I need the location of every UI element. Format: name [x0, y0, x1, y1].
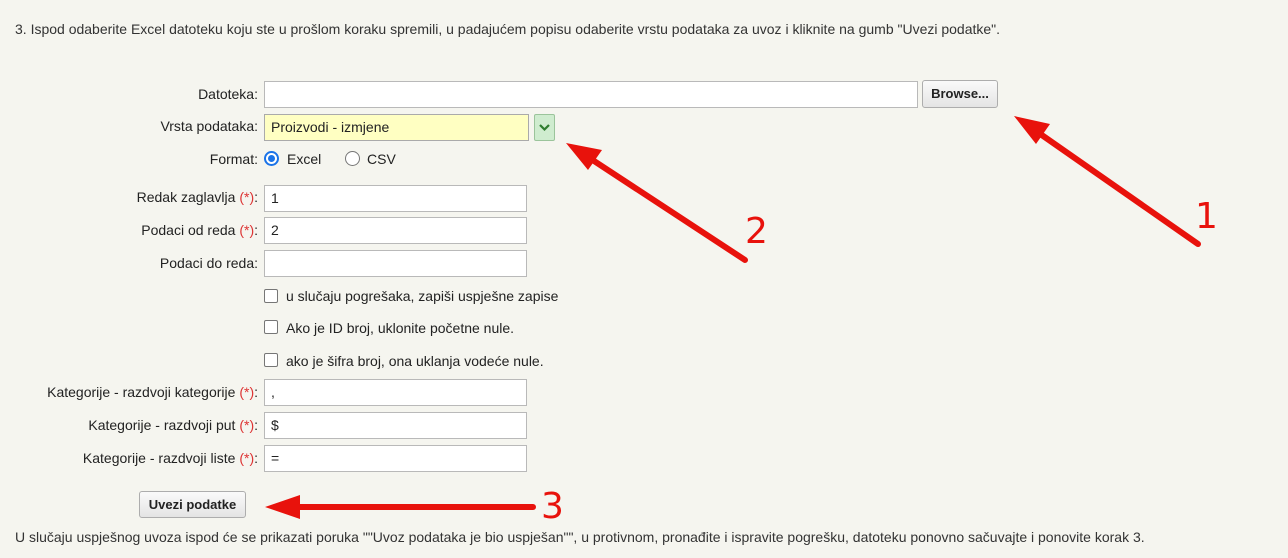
annotation-arrows — [265, 116, 1201, 519]
annotation-number-3: 3 — [541, 486, 564, 527]
arrow-1-shaft — [1033, 128, 1201, 247]
arrow-3-head — [265, 495, 300, 519]
annotation-number-2: 2 — [745, 211, 768, 252]
annotation-number-1: 1 — [1195, 196, 1218, 237]
arrow-2-shaft — [585, 154, 748, 263]
